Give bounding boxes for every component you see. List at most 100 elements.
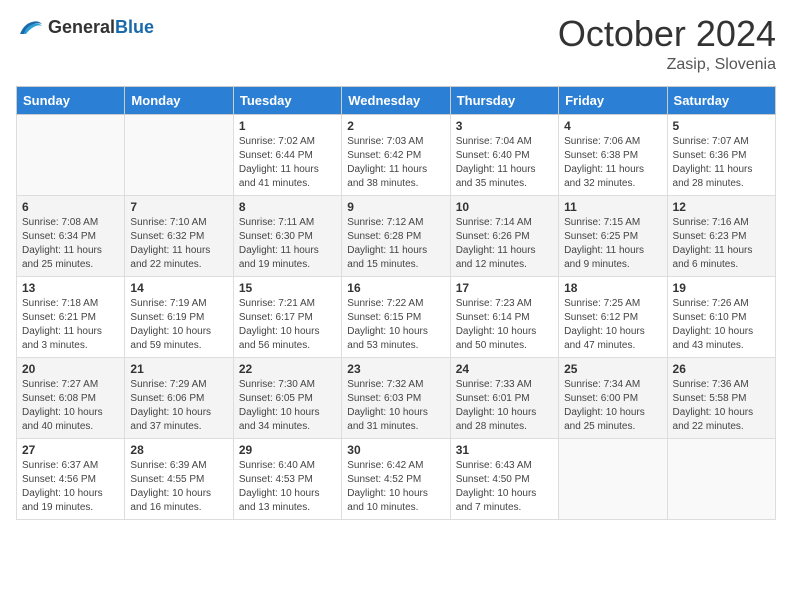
calendar-cell: 30 Sunrise: 6:42 AMSunset: 4:52 PMDayligh…: [342, 439, 450, 520]
day-info: Sunrise: 7:02 AMSunset: 6:44 PMDaylight:…: [239, 135, 336, 191]
day-info: Sunrise: 7:12 AMSunset: 6:28 PMDaylight:…: [347, 216, 444, 272]
logo: GeneralBlue: [16, 16, 154, 38]
calendar-week-3: 13 Sunrise: 7:18 AMSunset: 6:21 PMDayligh…: [17, 277, 776, 358]
calendar-cell: 19Sunrise: 7:26 AMSunset: 6:10 PMDayligh…: [667, 277, 775, 358]
day-info: Sunrise: 7:11 AMSunset: 6:30 PMDaylight:…: [239, 216, 336, 272]
calendar-cell: 29Sunrise: 6:40 AMSunset: 4:53 PMDayligh…: [233, 439, 341, 520]
calendar-week-1: 1 Sunrise: 7:02 AMSunset: 6:44 PMDaylight…: [17, 115, 776, 196]
day-info: Sunrise: 7:06 AMSunset: 6:38 PMDaylight:…: [564, 135, 661, 191]
day-info: Sunrise: 7:10 AMSunset: 6:32 PMDaylight:…: [130, 216, 227, 272]
day-info: Sunrise: 7:34 AMSunset: 6:00 PMDaylight:…: [564, 378, 661, 434]
logo-blue: Blue: [115, 17, 154, 37]
day-number: 1: [239, 119, 336, 133]
header-day-tuesday: Tuesday: [233, 87, 341, 115]
calendar-cell: 5 Sunrise: 7:07 AMSunset: 6:36 PMDaylight…: [667, 115, 775, 196]
calendar-cell: 27Sunrise: 6:37 AMSunset: 4:56 PMDayligh…: [17, 439, 125, 520]
calendar-table: SundayMondayTuesdayWednesdayThursdayFrid…: [16, 86, 776, 520]
calendar-cell: [17, 115, 125, 196]
day-number: 22: [239, 362, 336, 376]
header-day-monday: Monday: [125, 87, 233, 115]
calendar-cell: 4 Sunrise: 7:06 AMSunset: 6:38 PMDaylight…: [559, 115, 667, 196]
day-number: 8: [239, 200, 336, 214]
day-number: 23: [347, 362, 444, 376]
calendar-cell: 7Sunrise: 7:10 AMSunset: 6:32 PMDaylight…: [125, 196, 233, 277]
calendar-cell: 13 Sunrise: 7:18 AMSunset: 6:21 PMDayligh…: [17, 277, 125, 358]
day-info: Sunrise: 7:08 AMSunset: 6:34 PMDaylight:…: [22, 216, 119, 272]
day-info: Sunrise: 7:18 AMSunset: 6:21 PMDaylight:…: [22, 297, 119, 353]
calendar-cell: 6 Sunrise: 7:08 AMSunset: 6:34 PMDaylight…: [17, 196, 125, 277]
day-number: 26: [673, 362, 770, 376]
calendar-cell: 3 Sunrise: 7:04 AMSunset: 6:40 PMDaylight…: [450, 115, 558, 196]
day-info: Sunrise: 7:30 AMSunset: 6:05 PMDaylight:…: [239, 378, 336, 434]
day-number: 2: [347, 119, 444, 133]
day-info: Sunrise: 7:23 AMSunset: 6:14 PMDaylight:…: [456, 297, 553, 353]
day-info: Sunrise: 7:29 AMSunset: 6:06 PMDaylight:…: [130, 378, 227, 434]
calendar-cell: 26 Sunrise: 7:36 AMSunset: 5:58 PMDayligh…: [667, 358, 775, 439]
header-day-wednesday: Wednesday: [342, 87, 450, 115]
day-number: 5: [673, 119, 770, 133]
calendar-cell: 17 Sunrise: 7:23 AMSunset: 6:14 PMDayligh…: [450, 277, 558, 358]
day-number: 13: [22, 281, 119, 295]
day-info: Sunrise: 7:07 AMSunset: 6:36 PMDaylight:…: [673, 135, 770, 191]
day-number: 6: [22, 200, 119, 214]
day-number: 17: [456, 281, 553, 295]
day-number: 11: [564, 200, 661, 214]
day-info: Sunrise: 7:19 AMSunset: 6:19 PMDaylight:…: [130, 297, 227, 353]
day-info: Sunrise: 7:25 AMSunset: 6:12 PMDaylight:…: [564, 297, 661, 353]
calendar-cell: 21 Sunrise: 7:29 AMSunset: 6:06 PMDayligh…: [125, 358, 233, 439]
calendar-cell: 12Sunrise: 7:16 AMSunset: 6:23 PMDayligh…: [667, 196, 775, 277]
day-number: 15: [239, 281, 336, 295]
calendar-cell: 18 Sunrise: 7:25 AMSunset: 6:12 PMDayligh…: [559, 277, 667, 358]
day-number: 4: [564, 119, 661, 133]
header-day-saturday: Saturday: [667, 87, 775, 115]
day-info: Sunrise: 7:15 AMSunset: 6:25 PMDaylight:…: [564, 216, 661, 272]
calendar-cell: 16 Sunrise: 7:22 AMSunset: 6:15 PMDayligh…: [342, 277, 450, 358]
calendar-cell: 10Sunrise: 7:14 AMSunset: 6:26 PMDayligh…: [450, 196, 558, 277]
title-area: October 2024 Zasip, Slovenia: [558, 16, 776, 74]
day-number: 12: [673, 200, 770, 214]
header-day-friday: Friday: [559, 87, 667, 115]
day-number: 18: [564, 281, 661, 295]
logo-general: General: [48, 17, 115, 37]
calendar-week-2: 6 Sunrise: 7:08 AMSunset: 6:34 PMDaylight…: [17, 196, 776, 277]
month-title: October 2024: [558, 16, 776, 52]
calendar-week-4: 20Sunrise: 7:27 AMSunset: 6:08 PMDayligh…: [17, 358, 776, 439]
day-number: 27: [22, 443, 119, 457]
header-day-thursday: Thursday: [450, 87, 558, 115]
day-number: 3: [456, 119, 553, 133]
day-info: Sunrise: 7:03 AMSunset: 6:42 PMDaylight:…: [347, 135, 444, 191]
calendar-cell: 28Sunrise: 6:39 AMSunset: 4:55 PMDayligh…: [125, 439, 233, 520]
day-info: Sunrise: 7:33 AMSunset: 6:01 PMDaylight:…: [456, 378, 553, 434]
calendar-cell: 9Sunrise: 7:12 AMSunset: 6:28 PMDaylight…: [342, 196, 450, 277]
day-info: Sunrise: 7:26 AMSunset: 6:10 PMDaylight:…: [673, 297, 770, 353]
calendar-cell: 31Sunrise: 6:43 AMSunset: 4:50 PMDayligh…: [450, 439, 558, 520]
calendar-header-row: SundayMondayTuesdayWednesdayThursdayFrid…: [17, 87, 776, 115]
day-number: 30: [347, 443, 444, 457]
calendar-cell: 8 Sunrise: 7:11 AMSunset: 6:30 PMDaylight…: [233, 196, 341, 277]
calendar-cell: 14Sunrise: 7:19 AMSunset: 6:19 PMDayligh…: [125, 277, 233, 358]
day-info: Sunrise: 6:40 AMSunset: 4:53 PMDaylight:…: [239, 459, 336, 515]
calendar-cell: 24 Sunrise: 7:33 AMSunset: 6:01 PMDayligh…: [450, 358, 558, 439]
day-number: 24: [456, 362, 553, 376]
day-info: Sunrise: 7:14 AMSunset: 6:26 PMDaylight:…: [456, 216, 553, 272]
calendar-cell: 23 Sunrise: 7:32 AMSunset: 6:03 PMDayligh…: [342, 358, 450, 439]
day-number: 25: [564, 362, 661, 376]
header-day-sunday: Sunday: [17, 87, 125, 115]
day-info: Sunrise: 7:32 AMSunset: 6:03 PMDaylight:…: [347, 378, 444, 434]
calendar-cell: [125, 115, 233, 196]
logo-icon: [16, 16, 44, 38]
day-number: 21: [130, 362, 227, 376]
day-number: 16: [347, 281, 444, 295]
calendar-cell: 1 Sunrise: 7:02 AMSunset: 6:44 PMDaylight…: [233, 115, 341, 196]
calendar-cell: 25 Sunrise: 7:34 AMSunset: 6:00 PMDayligh…: [559, 358, 667, 439]
day-number: 20: [22, 362, 119, 376]
calendar-cell: [559, 439, 667, 520]
header: GeneralBlue October 2024 Zasip, Slovenia: [16, 16, 776, 74]
calendar-cell: 11 Sunrise: 7:15 AMSunset: 6:25 PMDayligh…: [559, 196, 667, 277]
calendar-cell: 15Sunrise: 7:21 AMSunset: 6:17 PMDayligh…: [233, 277, 341, 358]
day-info: Sunrise: 7:36 AMSunset: 5:58 PMDaylight:…: [673, 378, 770, 434]
day-info: Sunrise: 7:22 AMSunset: 6:15 PMDaylight:…: [347, 297, 444, 353]
calendar-cell: 2 Sunrise: 7:03 AMSunset: 6:42 PMDaylight…: [342, 115, 450, 196]
day-info: Sunrise: 6:42 AMSunset: 4:52 PMDaylight:…: [347, 459, 444, 515]
day-info: Sunrise: 7:04 AMSunset: 6:40 PMDaylight:…: [456, 135, 553, 191]
